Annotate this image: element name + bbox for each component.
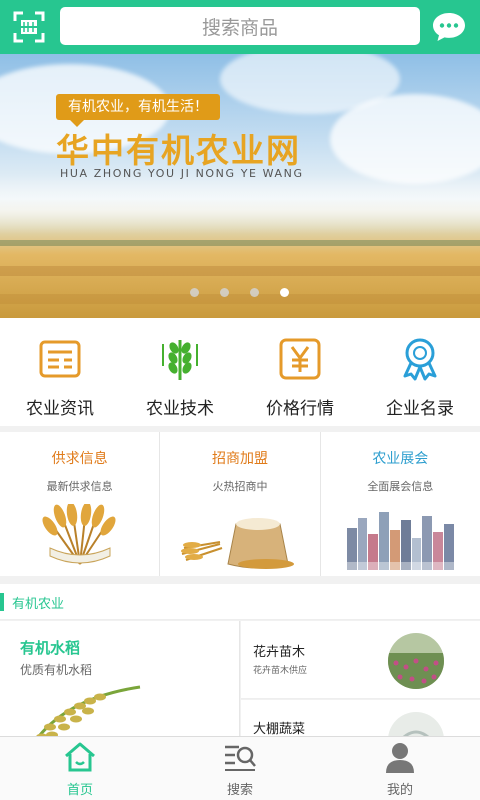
search-list-icon xyxy=(225,745,256,771)
quick-item-prices[interactable]: 价格行情 xyxy=(240,318,360,426)
tab-label: 我的 xyxy=(386,783,413,798)
bottom-tab-bar: 首页 搜索 我的 xyxy=(0,736,480,800)
wheat-bundle-illustration xyxy=(42,504,116,565)
chat-bubble-icon[interactable] xyxy=(430,8,468,46)
section-header: 有机农业 xyxy=(0,584,480,620)
carousel-dot[interactable] xyxy=(190,288,199,297)
promo-banner[interactable]: 有机农业，有机生活！ 华中有机农业网 HUA ZHONG YOU JI NONG… xyxy=(0,54,480,318)
carousel-indicator xyxy=(190,288,289,297)
feature-rice[interactable]: 有机水稻 优质有机水稻 xyxy=(0,621,240,741)
quick-item-directory[interactable]: 企业名录 xyxy=(360,318,480,426)
news-icon xyxy=(39,340,81,378)
scan-icon[interactable] xyxy=(12,10,46,44)
list-item-flowers[interactable]: 花卉苗木 花卉苗木供应 xyxy=(241,621,480,699)
search-input[interactable]: 搜索商品 xyxy=(60,7,420,45)
tab-profile[interactable]: 我的 xyxy=(320,737,480,800)
rice-ear-illustration xyxy=(33,685,141,741)
banner-title: 华中有机农业网 xyxy=(56,131,301,170)
city-skyline-illustration xyxy=(340,512,461,570)
field-stripe xyxy=(0,266,480,276)
quick-item-news[interactable]: 农业资讯 xyxy=(0,318,120,426)
card-subtitle: 最新供求信息 xyxy=(46,480,113,493)
feature-title: 有机水稻 xyxy=(20,639,81,657)
home-icon xyxy=(65,742,95,772)
banner-slogan: 有机农业，有机生活！ xyxy=(56,94,220,127)
tab-home[interactable]: 首页 xyxy=(0,737,160,800)
yuan-icon xyxy=(279,338,321,380)
card-exhibitions[interactable]: 农业展会 全面展会信息 xyxy=(321,432,480,576)
section-title: 有机农业 xyxy=(12,597,65,612)
card-franchise[interactable]: 招商加盟 火热招商中 xyxy=(160,432,321,576)
carousel-dot[interactable] xyxy=(250,288,259,297)
card-subtitle: 全面展会信息 xyxy=(367,480,434,493)
quick-category-nav: 农业资讯 农业技术 价格行情 企业名录 xyxy=(0,318,480,426)
info-cards: 供求信息 最新供求信息 招商加盟 火热招商中 农业展会 全面展会信息 xyxy=(0,432,480,576)
card-title: 供求信息 xyxy=(51,451,108,467)
list-item-title: 大棚蔬菜 xyxy=(253,722,306,737)
feature-subtitle: 优质有机水稻 xyxy=(20,663,93,677)
quick-item-label: 农业技术 xyxy=(146,399,214,419)
card-title: 农业展会 xyxy=(372,451,429,467)
list-item-subtitle: 花卉苗木供应 xyxy=(253,666,308,676)
list-item-thumbnail xyxy=(388,633,444,689)
quick-item-technology[interactable]: 农业技术 xyxy=(120,318,240,426)
card-subtitle: 火热招商中 xyxy=(212,480,268,493)
tab-label: 搜索 xyxy=(226,783,253,798)
award-ribbon-icon xyxy=(403,338,437,381)
carousel-dot[interactable] xyxy=(220,288,229,297)
tab-label: 首页 xyxy=(66,783,93,798)
banner-subtitle: HUA ZHONG YOU JI NONG YE WANG xyxy=(60,167,304,180)
section-accent-bar xyxy=(0,593,4,611)
card-title: 招商加盟 xyxy=(211,451,268,467)
list-item-title: 花卉苗木 xyxy=(253,645,306,660)
tab-search[interactable]: 搜索 xyxy=(160,737,320,800)
quick-item-label: 农业资讯 xyxy=(26,399,94,419)
app-header: 搜索商品 xyxy=(0,0,480,54)
grain-sack-illustration xyxy=(181,518,295,569)
horizon-haze xyxy=(0,174,480,234)
cloud-decoration xyxy=(330,94,480,184)
quick-item-label: 企业名录 xyxy=(386,399,454,419)
wheat-icon xyxy=(162,340,198,380)
card-supply-demand[interactable]: 供求信息 最新供求信息 xyxy=(0,432,161,576)
carousel-dot-active[interactable] xyxy=(280,288,289,297)
user-icon xyxy=(386,743,414,773)
quick-item-label: 价格行情 xyxy=(266,399,334,419)
search-placeholder: 搜索商品 xyxy=(201,16,278,39)
treeline xyxy=(0,240,480,246)
